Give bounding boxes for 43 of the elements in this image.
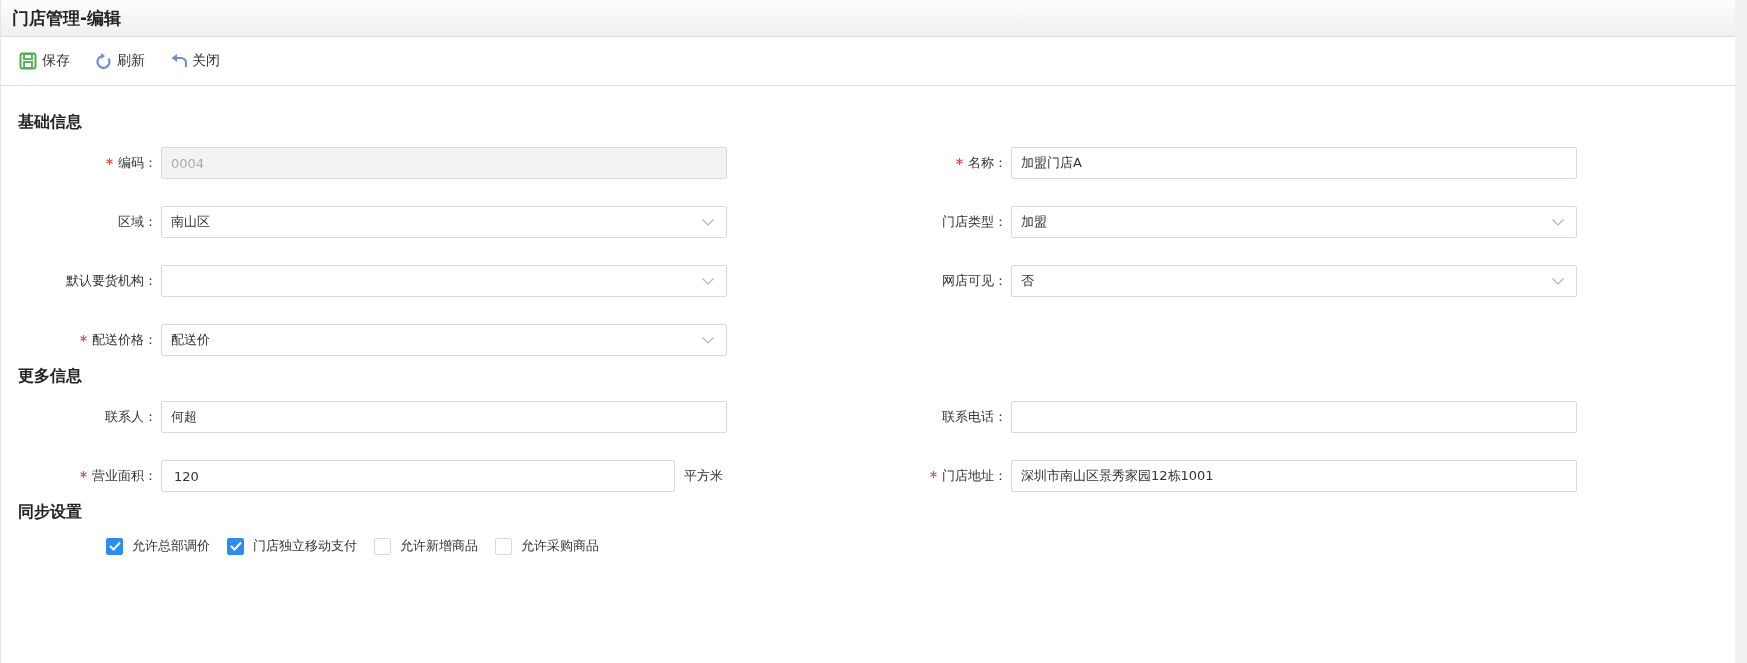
- refresh-button[interactable]: 刷新: [96, 52, 145, 70]
- section-title: 更多信息: [18, 366, 83, 387]
- checkmark-icon: [229, 541, 242, 551]
- page-title: 门店管理-编辑: [12, 6, 122, 30]
- checkbox-option[interactable]: 允许新增商品: [374, 537, 478, 555]
- input-field[interactable]: [1011, 401, 1577, 433]
- chevron-down-icon: [702, 336, 714, 344]
- field-label: 联系电话：: [942, 408, 1007, 426]
- refresh-icon: [96, 52, 112, 70]
- field-label: 名称：: [968, 154, 1007, 172]
- field-label: 区域：: [118, 213, 157, 231]
- undo-arrow-icon: [171, 54, 187, 68]
- dropdown-field[interactable]: 加盟: [1011, 206, 1577, 238]
- input-field[interactable]: 120: [161, 460, 675, 492]
- checkbox-option[interactable]: 门店独立移动支付: [227, 537, 357, 555]
- field-label: 默认要货机构：: [66, 272, 157, 290]
- input-field[interactable]: 何超: [161, 401, 727, 433]
- checkmark-icon: [108, 541, 121, 551]
- close-button[interactable]: 关闭: [171, 52, 220, 70]
- save-button[interactable]: 保存: [19, 52, 70, 70]
- input-field[interactable]: 深圳市南山区景秀家园12栋1001: [1011, 460, 1577, 492]
- checkbox-option[interactable]: 允许总部调价: [106, 537, 210, 555]
- dropdown-field[interactable]: 配送价: [161, 324, 727, 356]
- unit-label: 平方米: [684, 467, 723, 485]
- section-title: 基础信息: [18, 112, 83, 133]
- field-label: 门店类型：: [942, 213, 1007, 231]
- field-label: 网店可见：: [942, 272, 1007, 290]
- input-field[interactable]: 加盟门店A: [1011, 147, 1577, 179]
- scrollbar[interactable]: [1735, 0, 1747, 663]
- section-title: 同步设置: [18, 502, 83, 523]
- dropdown-field[interactable]: 南山区: [161, 206, 727, 238]
- chevron-down-icon: [1552, 277, 1564, 285]
- field-label: 门店地址：: [942, 467, 1007, 485]
- chevron-down-icon: [1552, 218, 1564, 226]
- dropdown-field[interactable]: [161, 265, 727, 297]
- field-label: 配送价格：: [92, 331, 157, 349]
- field-label: 营业面积：: [92, 467, 157, 485]
- dropdown-field[interactable]: 否: [1011, 265, 1577, 297]
- chevron-down-icon: [702, 218, 714, 226]
- checkbox-option[interactable]: 允许采购商品: [495, 537, 599, 555]
- field-label: 编码：: [118, 154, 157, 172]
- field-label: 联系人：: [105, 408, 157, 426]
- chevron-down-icon: [702, 277, 714, 285]
